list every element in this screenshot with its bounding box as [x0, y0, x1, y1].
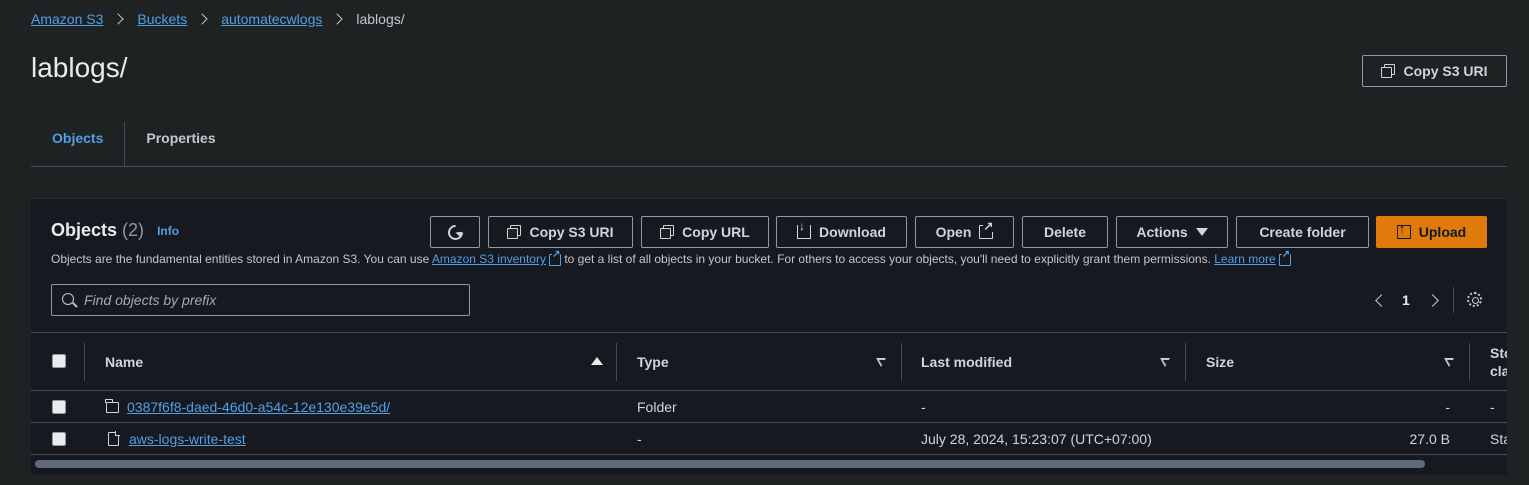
tab-objects[interactable]: Objects: [31, 118, 124, 158]
name-cell: aws-logs-write-test: [108, 423, 246, 455]
refresh-button[interactable]: [430, 216, 480, 248]
download-label: Download: [819, 224, 886, 240]
download-icon: [797, 219, 812, 239]
upload-icon: [1396, 221, 1411, 239]
type-cell: -: [637, 431, 642, 447]
objects-panel: Objects (2) Info Copy S3 URI Copy URL Do…: [31, 198, 1507, 475]
type-cell: Folder: [637, 399, 677, 415]
file-icon: [108, 431, 120, 446]
column-last-modified[interactable]: Last modified: [921, 333, 1012, 390]
size-cell: 27.0 B: [1409, 431, 1450, 447]
search-box: [51, 284, 470, 316]
objects-table: Name Type Last modified Size Sto cla 038…: [31, 332, 1507, 455]
table-row[interactable]: 0387f6f8-daed-46d0-a54c-12e130e39e5d/ Fo…: [31, 391, 1507, 423]
copy-url-button[interactable]: Copy URL: [641, 216, 769, 248]
pager-divider: [1452, 287, 1454, 313]
sort-icon[interactable]: [1160, 358, 1171, 367]
objects-toolbar: Copy S3 URI Copy URL Download Open Delet…: [31, 216, 1507, 248]
inventory-link[interactable]: Amazon S3 inventory: [432, 252, 546, 266]
copy-s3-uri-button[interactable]: Copy S3 URI: [488, 216, 633, 248]
page-number[interactable]: 1: [1402, 292, 1410, 308]
gear-icon[interactable]: [1467, 292, 1482, 307]
select-all-checkbox[interactable]: [52, 354, 66, 368]
refresh-icon: [444, 221, 466, 243]
column-storage-line: cla: [1490, 362, 1507, 379]
create-folder-button[interactable]: Create folder: [1236, 216, 1369, 248]
chevron-right-icon[interactable]: [1425, 293, 1439, 307]
last-modified-cell: July 28, 2024, 15:23:07 (UTC+07:00): [921, 431, 1152, 447]
column-divider: [84, 343, 85, 381]
sort-ascending-icon[interactable]: [591, 357, 603, 365]
copy-icon: [507, 225, 522, 239]
breadcrumb-buckets[interactable]: Buckets: [137, 11, 187, 27]
delete-button[interactable]: Delete: [1022, 216, 1108, 248]
open-label: Open: [935, 224, 972, 240]
row-checkbox[interactable]: [52, 432, 66, 446]
search-icon: [62, 293, 74, 305]
chevron-right-icon: [331, 13, 344, 25]
copy-s3-uri-label: Copy S3 URI: [1403, 63, 1488, 79]
sort-icon[interactable]: [876, 358, 887, 367]
actions-label: Actions: [1136, 224, 1188, 240]
object-name-link[interactable]: 0387f6f8-daed-46d0-a54c-12e130e39e5d/: [127, 399, 390, 415]
copy-icon: [660, 225, 675, 239]
storage-class-cell: -: [1490, 399, 1495, 415]
tab-bar: Objects Properties: [31, 118, 1507, 167]
column-type[interactable]: Type: [637, 333, 669, 390]
size-cell: -: [1445, 399, 1450, 415]
object-name-link[interactable]: aws-logs-write-test: [129, 431, 246, 447]
external-link-icon: [979, 220, 994, 239]
page-title: lablogs/: [31, 52, 128, 83]
description-text: to get a list of all objects in your buc…: [560, 252, 1215, 266]
external-link-icon: [548, 250, 561, 266]
upload-button[interactable]: Upload: [1376, 216, 1487, 248]
row-checkbox[interactable]: [52, 400, 66, 414]
storage-class-cell: Sta: [1490, 431, 1507, 447]
breadcrumb: Amazon S3 Buckets automatecwlogs lablogs…: [31, 11, 405, 27]
download-button[interactable]: Download: [776, 216, 907, 248]
breadcrumb-amazon-s3[interactable]: Amazon S3: [31, 11, 103, 27]
description-text: Objects are the fundamental entities sto…: [51, 252, 432, 266]
copy-url-label: Copy URL: [682, 224, 750, 240]
pagination: 1: [1371, 287, 1454, 313]
column-divider: [616, 343, 617, 381]
name-cell: 0387f6f8-daed-46d0-a54c-12e130e39e5d/: [105, 391, 390, 423]
copy-s3-uri-label: Copy S3 URI: [529, 224, 614, 240]
chevron-right-icon: [112, 13, 125, 25]
column-storage-class[interactable]: Sto cla: [1490, 333, 1507, 390]
column-name[interactable]: Name: [105, 333, 143, 390]
upload-label: Upload: [1418, 224, 1467, 240]
actions-dropdown[interactable]: Actions: [1116, 216, 1228, 248]
breadcrumb-bucket[interactable]: automatecwlogs: [221, 11, 322, 27]
column-divider: [901, 343, 902, 381]
caret-down-icon: [1195, 228, 1208, 236]
column-storage-line: Sto: [1490, 344, 1507, 361]
breadcrumb-current: lablogs/: [356, 11, 405, 27]
column-divider: [1185, 343, 1186, 381]
copy-s3-uri-header-button[interactable]: Copy S3 URI: [1362, 55, 1507, 87]
external-link-icon: [1278, 250, 1291, 266]
delete-label: Delete: [1043, 224, 1087, 240]
sort-icon[interactable]: [1444, 358, 1455, 367]
last-modified-cell: -: [921, 399, 926, 415]
column-divider: [1469, 343, 1470, 381]
column-size[interactable]: Size: [1206, 333, 1234, 390]
table-header: Name Type Last modified Size Sto cla: [31, 332, 1507, 391]
tab-properties[interactable]: Properties: [125, 118, 236, 158]
horizontal-scrollbar[interactable]: [35, 460, 1425, 468]
learn-more-link[interactable]: Learn more: [1214, 252, 1275, 266]
table-row[interactable]: aws-logs-write-test - July 28, 2024, 15:…: [31, 423, 1507, 455]
objects-description: Objects are the fundamental entities sto…: [51, 250, 1291, 266]
folder-icon: [105, 398, 119, 413]
create-folder-label: Create folder: [1259, 224, 1346, 240]
chevron-left-icon[interactable]: [1375, 293, 1388, 307]
open-button[interactable]: Open: [915, 216, 1014, 248]
copy-icon: [1381, 64, 1396, 78]
chevron-right-icon: [196, 13, 208, 25]
search-input[interactable]: [84, 285, 464, 315]
